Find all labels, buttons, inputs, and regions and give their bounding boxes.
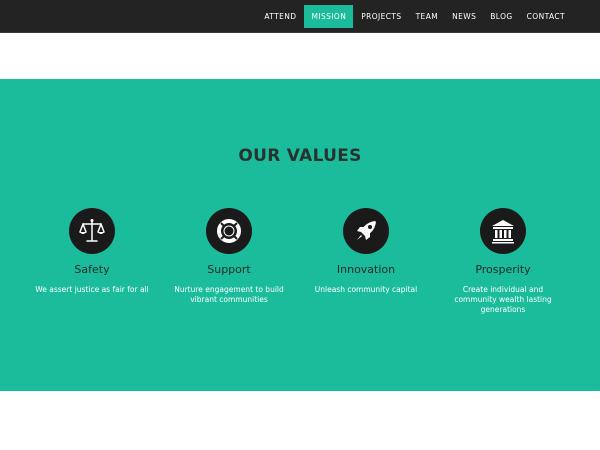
value-title-support: Support (207, 263, 251, 276)
value-title-safety: Safety (74, 263, 110, 276)
nav-item-team[interactable]: TEAM (409, 5, 446, 28)
rocket-icon (357, 221, 376, 240)
value-icon-circle (343, 208, 389, 254)
value-desc-prosperity: Create individual and community wealth l… (454, 285, 552, 314)
nav-menu: ATTEND MISSION PROJECTS TEAM NEWS BLOG C… (257, 5, 572, 28)
nav-item-news[interactable]: NEWS (445, 5, 483, 28)
value-desc-safety: We assert justice as fair for all (35, 285, 149, 294)
nav-item-mission[interactable]: MISSION (304, 5, 354, 28)
bank-icon (492, 220, 514, 244)
value-card-prosperity: Prosperity Create individual and communi… (439, 208, 567, 315)
nav-item-blog[interactable]: BLOG (483, 5, 519, 28)
value-icon-circle (69, 208, 115, 254)
lifebuoy-icon (217, 219, 241, 243)
nav-item-attend[interactable]: ATTEND (257, 5, 303, 28)
value-title-prosperity: Prosperity (475, 263, 531, 276)
value-card-support: Support Nurture engagement to build vibr… (165, 208, 293, 305)
nav-item-contact[interactable]: CONTACT (520, 5, 572, 28)
value-card-safety: Safety We assert justice as fair for all (28, 208, 156, 295)
value-desc-innovation: Unleash community capital (314, 285, 418, 294)
value-title-innovation: Innovation (336, 263, 396, 276)
value-icon-circle (480, 208, 526, 254)
value-icon-circle (206, 208, 252, 254)
scales-icon (79, 219, 105, 242)
value-desc-support: Nurture engagement to build vibrant comm… (174, 285, 284, 304)
values-section: OUR VALUES Safety We assert justice as f… (0, 79, 600, 391)
value-card-innovation: Innovation Unleash community capital (302, 208, 430, 295)
top-navbar: ATTEND MISSION PROJECTS TEAM NEWS BLOG C… (0, 0, 600, 33)
section-title: OUR VALUES (238, 146, 362, 166)
nav-item-projects[interactable]: PROJECTS (354, 5, 408, 28)
